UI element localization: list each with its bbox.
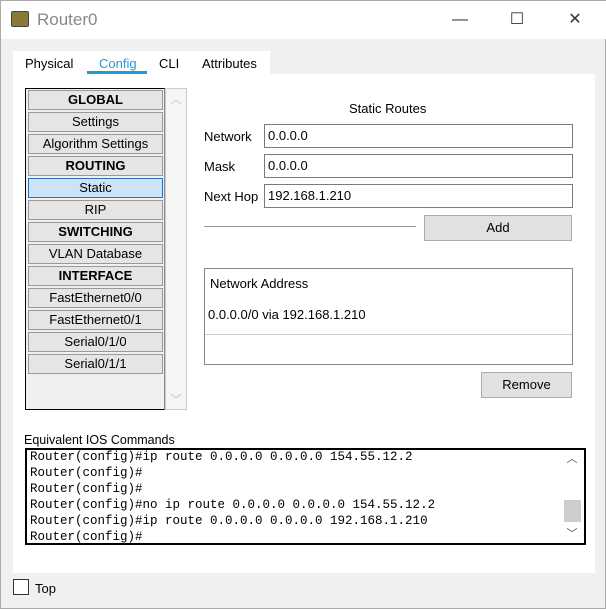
- chevron-up-icon[interactable]: ︿: [166, 91, 186, 107]
- config-sidebar: GLOBAL Settings Algorithm Settings ROUTING S…: [25, 88, 165, 410]
- chevron-down-icon[interactable]: ﹀: [166, 391, 186, 407]
- tab-cli[interactable]: CLI: [159, 56, 179, 71]
- minimize-button[interactable]: —: [437, 7, 483, 33]
- close-button[interactable]: ✕: [552, 7, 598, 33]
- add-button[interactable]: Add: [424, 215, 572, 241]
- sidebar-item-algorithm-settings[interactable]: Algorithm Settings: [28, 134, 163, 154]
- sidebar-item-serial0-1-0[interactable]: Serial0/1/0: [28, 332, 163, 352]
- mask-label: Mask: [204, 159, 236, 174]
- window-title: Router0: [37, 10, 98, 29]
- chevron-down-icon[interactable]: ﹀: [562, 525, 582, 541]
- sidebar-item-fastethernet0-1[interactable]: FastEthernet0/1: [28, 310, 163, 330]
- console-line: Router(config)#ip route 0.0.0.0 0.0.0.0 …: [30, 450, 413, 464]
- network-input[interactable]: 0.0.0.0: [264, 124, 573, 148]
- tab-physical[interactable]: Physical: [25, 56, 73, 71]
- sidebar-item-rip[interactable]: RIP: [28, 200, 163, 220]
- top-checkbox[interactable]: [13, 579, 29, 595]
- sidebar-item-serial0-1-1[interactable]: Serial0/1/1: [28, 354, 163, 374]
- sidebar-scrollbar[interactable]: ︿ ﹀: [165, 88, 187, 410]
- console-line: Router(config)#: [30, 482, 143, 496]
- scrollbar-thumb[interactable]: [564, 500, 581, 522]
- ios-commands-console[interactable]: ︿ ﹀ Router(config)#ip route 0.0.0.0 0.0.…: [25, 448, 586, 545]
- sidebar-item-interface: INTERFACE: [28, 266, 163, 286]
- sidebar-item-static[interactable]: Static: [28, 178, 163, 198]
- network-address-header: Network Address: [210, 276, 309, 291]
- sidebar-item-settings[interactable]: Settings: [28, 112, 163, 132]
- tab-config[interactable]: Config: [99, 56, 137, 71]
- router-icon: [11, 11, 29, 27]
- tab-attributes[interactable]: Attributes: [202, 56, 257, 71]
- divider: [204, 226, 416, 227]
- top-label: Top: [35, 581, 56, 596]
- console-scrollbar[interactable]: ︿ ﹀: [562, 450, 582, 543]
- sidebar-item-routing: ROUTING: [28, 156, 163, 176]
- remove-button[interactable]: Remove: [481, 372, 572, 398]
- next-hop-label: Next Hop: [204, 189, 259, 204]
- chevron-up-icon[interactable]: ︿: [562, 450, 582, 466]
- console-line: Router(config)#: [30, 530, 143, 544]
- sidebar-item-vlan-database[interactable]: VLAN Database: [28, 244, 163, 264]
- routes-table: Network Address 0.0.0.0/0 via 192.168.1.…: [204, 268, 573, 365]
- route-row[interactable]: 0.0.0.0/0 via 192.168.1.210: [208, 307, 366, 322]
- static-routes-title: Static Routes: [349, 101, 427, 116]
- row-divider: [205, 334, 572, 335]
- sidebar-item-global: GLOBAL: [28, 90, 163, 110]
- next-hop-input[interactable]: 192.168.1.210: [264, 184, 573, 208]
- ios-commands-label: Equivalent IOS Commands: [24, 433, 175, 447]
- sidebar-item-switching: SWITCHING: [28, 222, 163, 242]
- console-line: Router(config)#: [30, 466, 143, 480]
- network-label: Network: [204, 129, 252, 144]
- maximize-button[interactable]: ☐: [494, 7, 540, 33]
- title-bar: Router0 — ☐ ✕: [1, 1, 606, 39]
- mask-input[interactable]: 0.0.0.0: [264, 154, 573, 178]
- console-line: Router(config)#ip route 0.0.0.0 0.0.0.0 …: [30, 514, 428, 528]
- sidebar-item-fastethernet0-0[interactable]: FastEthernet0/0: [28, 288, 163, 308]
- console-line: Router(config)#no ip route 0.0.0.0 0.0.0…: [30, 498, 436, 512]
